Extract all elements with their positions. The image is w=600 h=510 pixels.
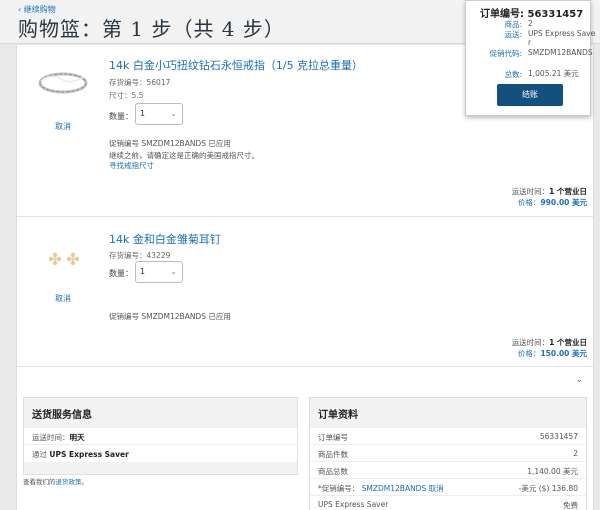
quantity-value: 1 (140, 109, 146, 118)
item-name-link[interactable]: 14k 金和白金雏菊耳钉 (109, 231, 221, 247)
chevron-down-icon: ⌄ (170, 267, 177, 276)
checkout-button[interactable]: 结账 (497, 84, 563, 106)
find-ring-size-link[interactable]: 寻找戒指尺寸 (109, 160, 154, 171)
quantity-label: 数量： (109, 112, 133, 121)
order-summary-box: 订单编号: 56331457 商品: 2 运送: UPS Express Sav… (465, 0, 595, 116)
shipping-time-row: 运送时间：明天 (24, 428, 297, 445)
cart-item: 取消 14k 金和白金雏菊耳钉 存货编号：43229 数量： 1 ⌄ 促销编号 … (17, 217, 595, 367)
shipping-panel-title: 送货服务信息 (32, 410, 92, 421)
shipping-panel-body: 运送时间：明天 通过 UPS Express Saver (24, 428, 297, 462)
order-row: *促销编号： SMZDM12BANDS 取消 -美元 ($) 136.80 (310, 479, 586, 496)
item-sku: 存货编号：43229 (109, 251, 171, 260)
shipping-info-panel: 送货服务信息 运送时间：明天 通过 UPS Express Saver (23, 397, 298, 475)
quantity-select[interactable]: 1 ⌄ (135, 261, 183, 283)
promo-applied-text: 促销编号 SMZDM12BANDS 已应用 (109, 312, 231, 321)
ring-product-image[interactable] (37, 61, 89, 101)
order-panel-body: 订单编号 56331457 商品件数 2 商品总数 1,140.00 美元 *促销编号… (310, 428, 586, 510)
chevron-down-icon[interactable]: ⌄ (575, 375, 583, 385)
item-sku: 存货编号：56017 (109, 78, 171, 87)
cancel-item-button[interactable]: 取消 (55, 121, 71, 132)
earring-product-image[interactable] (37, 247, 89, 271)
chevron-down-icon: ⌄ (170, 109, 177, 118)
item-size: 尺寸：5.5 (109, 91, 144, 100)
order-row: UPS Express Saver 免费 (310, 496, 586, 510)
item-price: 价格：990.00 美元 (517, 198, 587, 207)
ship-time: 运送时间：1 个营业日 (511, 338, 587, 347)
remove-promo-link[interactable]: SMZDM12BANDS 取消 (362, 484, 444, 493)
quantity-label: 数量： (109, 269, 133, 278)
item-name-link[interactable]: 14k 白金小巧扭纹钻石永恒戒指（1/5 克拉总重量） (109, 57, 363, 73)
quantity-value: 1 (140, 267, 146, 276)
returns-policy-text: 查看我们的退货政策。 (23, 478, 88, 486)
order-panel-title: 订单资料 (318, 410, 358, 421)
order-row: 订单编号 56331457 (310, 428, 586, 445)
ship-time: 运送时间：1 个营业日 (511, 187, 587, 196)
order-number-heading: 订单编号: 56331457 (480, 9, 584, 20)
item-price: 价格：150.00 美元 (517, 349, 587, 358)
order-row: 商品件数 2 (310, 445, 586, 462)
order-row: 商品总数 1,140.00 美元 (310, 462, 586, 479)
promo-applied-text: 促销编号 SMZDM12BANDS 已应用 (109, 139, 231, 148)
returns-policy-link[interactable]: 退货政策 (56, 478, 82, 486)
cancel-item-button[interactable]: 取消 (55, 293, 71, 304)
quantity-select[interactable]: 1 ⌄ (135, 103, 183, 125)
shipping-carrier-row: 通过 UPS Express Saver (32, 450, 129, 459)
order-info-panel: 订单资料 订单编号 56331457 商品件数 2 商品总数 1,140.00 美元 … (309, 397, 587, 510)
page-title: 购物篮：第 1 步（共 4 步） (18, 17, 285, 41)
